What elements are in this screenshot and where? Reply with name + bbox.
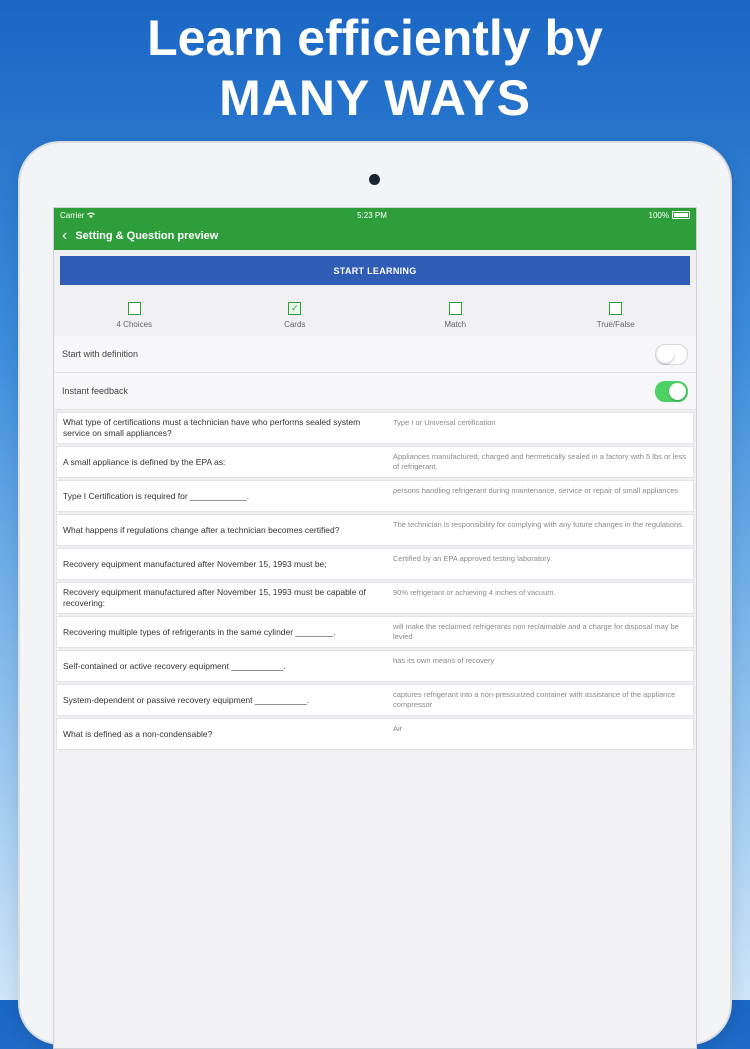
question-text: What is defined as a non-condensable? bbox=[63, 728, 213, 739]
list-item[interactable]: System-dependent or passive recovery equ… bbox=[56, 684, 694, 716]
wifi-icon bbox=[87, 211, 96, 220]
instant-feedback-toggle[interactable] bbox=[655, 380, 688, 402]
question-text: What happens if regulations change after… bbox=[63, 524, 340, 535]
mode-true-false[interactable]: True/False bbox=[566, 302, 666, 336]
mode-label: Match bbox=[444, 320, 467, 329]
checkbox-icon[interactable] bbox=[609, 302, 623, 315]
checkbox-icon[interactable] bbox=[448, 302, 462, 315]
question-text: Self-contained or active recovery equipm… bbox=[63, 660, 286, 671]
mode-cards[interactable]: ✓ Cards bbox=[245, 302, 345, 336]
answer-text: persons handling refrigerant during main… bbox=[393, 486, 679, 495]
mode-match[interactable]: Match bbox=[405, 302, 505, 336]
question-text: Recovery equipment manufactured after No… bbox=[63, 558, 327, 569]
battery-percent: 100% bbox=[648, 210, 669, 220]
question-text: System-dependent or passive recovery equ… bbox=[63, 694, 310, 705]
headline-line-1: Learn efficiently by bbox=[147, 10, 603, 66]
app-screen: Carrier 5:23 PM 100% ‹ Setting & Questio… bbox=[53, 207, 697, 1049]
list-item[interactable]: What is defined as a non-condensable? Ai… bbox=[56, 718, 694, 750]
carrier-label: Carrier bbox=[60, 210, 85, 220]
start-learning-button[interactable]: START LEARNING bbox=[60, 256, 690, 285]
setting-label: Instant feedback bbox=[62, 386, 129, 396]
list-item[interactable]: Type I Certification is required for ___… bbox=[56, 480, 694, 512]
question-text: Type I Certification is required for ___… bbox=[63, 490, 250, 501]
mode-label: Cards bbox=[284, 320, 306, 329]
question-text: What type of certifications must a techn… bbox=[63, 417, 361, 438]
camera-icon bbox=[369, 174, 380, 185]
mode-selector: 4 Choices ✓ Cards Match True/False bbox=[54, 302, 696, 336]
mode-4-choices[interactable]: 4 Choices bbox=[84, 302, 184, 336]
nav-title: Setting & Question preview bbox=[75, 230, 219, 242]
setting-instant-feedback: Instant feedback bbox=[54, 373, 696, 410]
chevron-left-icon[interactable]: ‹ bbox=[62, 228, 67, 244]
headline-line-2: MANY WAYS bbox=[219, 70, 531, 126]
answer-text: has its own means of recovery bbox=[393, 656, 495, 665]
list-item[interactable]: What type of certifications must a techn… bbox=[56, 412, 694, 444]
battery-icon bbox=[672, 211, 690, 219]
answer-text: Air bbox=[393, 724, 403, 733]
question-text: Recovery equipment manufactured after No… bbox=[63, 587, 366, 608]
answer-text: will make the reclaimed refrigerants non… bbox=[393, 622, 679, 641]
promo-headline: Learn efficiently by MANY WAYS bbox=[0, 8, 750, 128]
answer-text: Appliances manufactured, charged and her… bbox=[393, 452, 687, 471]
answer-text: 90% refrigerant or achieving 4 inches of… bbox=[393, 588, 556, 597]
list-item[interactable]: Recovery equipment manufactured after No… bbox=[56, 548, 694, 580]
nav-bar: ‹ Setting & Question preview bbox=[54, 222, 696, 250]
checkmark-icon[interactable]: ✓ bbox=[288, 302, 302, 315]
answer-text: Type I or Universal certification bbox=[393, 418, 496, 427]
answer-text: Certified by an EPA approved testing lab… bbox=[393, 554, 552, 563]
setting-start-with-definition: Start with definition bbox=[54, 336, 696, 373]
question-text: A small appliance is defined by the EPA … bbox=[63, 456, 226, 467]
list-item[interactable]: A small appliance is defined by the EPA … bbox=[56, 446, 694, 478]
list-item[interactable]: Self-contained or active recovery equipm… bbox=[56, 650, 694, 682]
status-bar: Carrier 5:23 PM 100% bbox=[54, 208, 696, 222]
status-time: 5:23 PM bbox=[357, 210, 387, 220]
mode-label: 4 Choices bbox=[116, 320, 153, 329]
answer-text: The technician is responsibility for com… bbox=[393, 520, 684, 529]
list-item[interactable]: Recovery equipment manufactured after No… bbox=[56, 582, 694, 614]
checkbox-icon[interactable] bbox=[127, 302, 141, 315]
question-preview-list: What type of certifications must a techn… bbox=[54, 412, 696, 750]
question-text: Recovering multiple types of refrigerant… bbox=[63, 626, 336, 637]
mode-label: True/False bbox=[596, 320, 635, 329]
ipad-frame: Carrier 5:23 PM 100% ‹ Setting & Questio… bbox=[20, 143, 730, 1049]
answer-text: captures refrigerant into a non-pressuri… bbox=[393, 690, 676, 709]
start-with-definition-toggle[interactable] bbox=[655, 343, 688, 365]
list-item[interactable]: What happens if regulations change after… bbox=[56, 514, 694, 546]
list-item[interactable]: Recovering multiple types of refrigerant… bbox=[56, 616, 694, 648]
setting-label: Start with definition bbox=[62, 349, 139, 359]
